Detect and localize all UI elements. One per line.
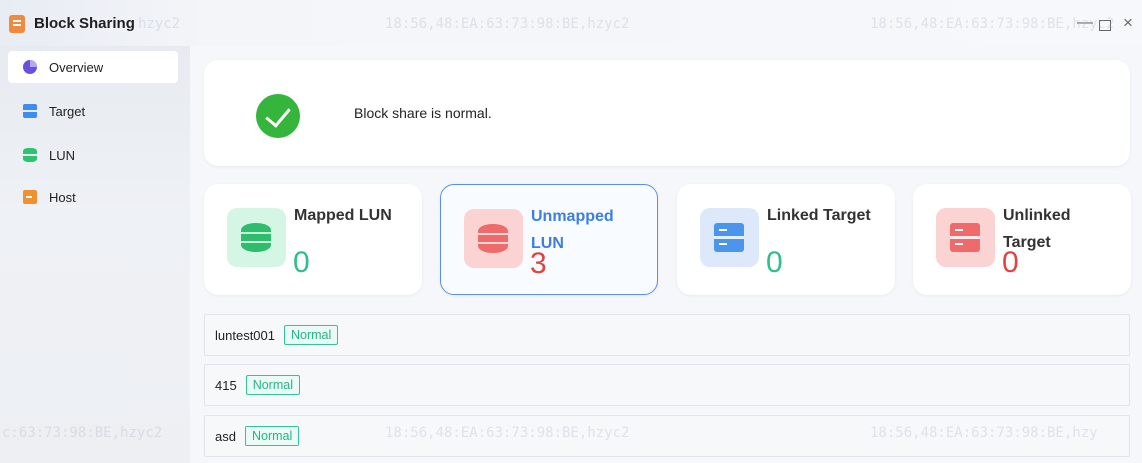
stat-label: Unmapped LUN: [531, 208, 614, 252]
status-message: Block share is normal.: [354, 105, 492, 121]
sidebar-item-label: Overview: [49, 59, 104, 75]
pie-chart-icon: [23, 60, 37, 74]
server-icon: [950, 223, 980, 252]
mapped-lun-icon-box: [227, 208, 286, 267]
stat-value: 3: [530, 247, 547, 280]
sidebar-item-overview[interactable]: Overview: [8, 51, 178, 83]
close-button[interactable]: ×: [1123, 14, 1133, 32]
stat-value: 0: [766, 246, 783, 279]
minimize-button[interactable]: —: [1077, 14, 1093, 32]
server-icon: [714, 223, 744, 252]
sidebar-item-host[interactable]: Host: [8, 181, 178, 213]
sidebar: Overview Target LUN Host: [0, 46, 190, 463]
unmapped-lun-icon-box: [464, 209, 523, 268]
stat-label: Unlinked Target: [1003, 207, 1071, 251]
stat-card-linked-target[interactable]: Linked Target 0: [677, 184, 895, 295]
lun-name: 415: [215, 377, 237, 393]
window-title: Block Sharing: [34, 15, 135, 32]
stat-card-unmapped-lun[interactable]: Unmapped LUN 3: [440, 184, 658, 295]
sidebar-item-lun[interactable]: LUN: [8, 139, 178, 171]
stat-card-mapped-lun[interactable]: Mapped LUN 0: [204, 184, 422, 295]
linked-target-icon-box: [700, 208, 759, 267]
main-content: Block share is normal. Mapped LUN 0 Unma…: [190, 46, 1142, 463]
status-badge: Normal: [245, 375, 300, 395]
sidebar-item-label: Target: [49, 103, 86, 119]
status-badge: Normal: [244, 426, 300, 446]
app-icon: [9, 15, 25, 33]
unlinked-target-icon-box: [936, 208, 995, 267]
database-icon: [241, 223, 271, 252]
maximize-button[interactable]: [1099, 20, 1111, 31]
stat-value: 0: [1002, 246, 1019, 279]
status-badge: Normal: [284, 325, 339, 345]
list-item[interactable]: asd Normal: [204, 415, 1130, 457]
stat-card-unlinked-target[interactable]: Unlinked Target 0: [913, 184, 1131, 295]
lun-name: asd: [215, 428, 236, 444]
sidebar-item-target[interactable]: Target: [8, 95, 178, 127]
title-bar: Block Sharing — ×: [0, 0, 1142, 46]
list-item[interactable]: luntest001 Normal: [204, 314, 1130, 356]
check-circle-icon: [256, 94, 300, 138]
list-item[interactable]: 415 Normal: [204, 364, 1130, 406]
server-icon: [23, 104, 37, 118]
host-icon: [23, 190, 37, 204]
stat-label: Linked Target: [767, 207, 871, 224]
database-icon: [478, 224, 508, 253]
sidebar-item-label: Host: [49, 189, 76, 205]
stat-label: Mapped LUN: [294, 207, 392, 224]
sidebar-item-label: LUN: [49, 147, 76, 163]
stat-value: 0: [293, 246, 310, 279]
lun-name: luntest001: [215, 327, 275, 343]
database-icon: [23, 148, 37, 162]
status-card: Block share is normal.: [204, 60, 1130, 166]
